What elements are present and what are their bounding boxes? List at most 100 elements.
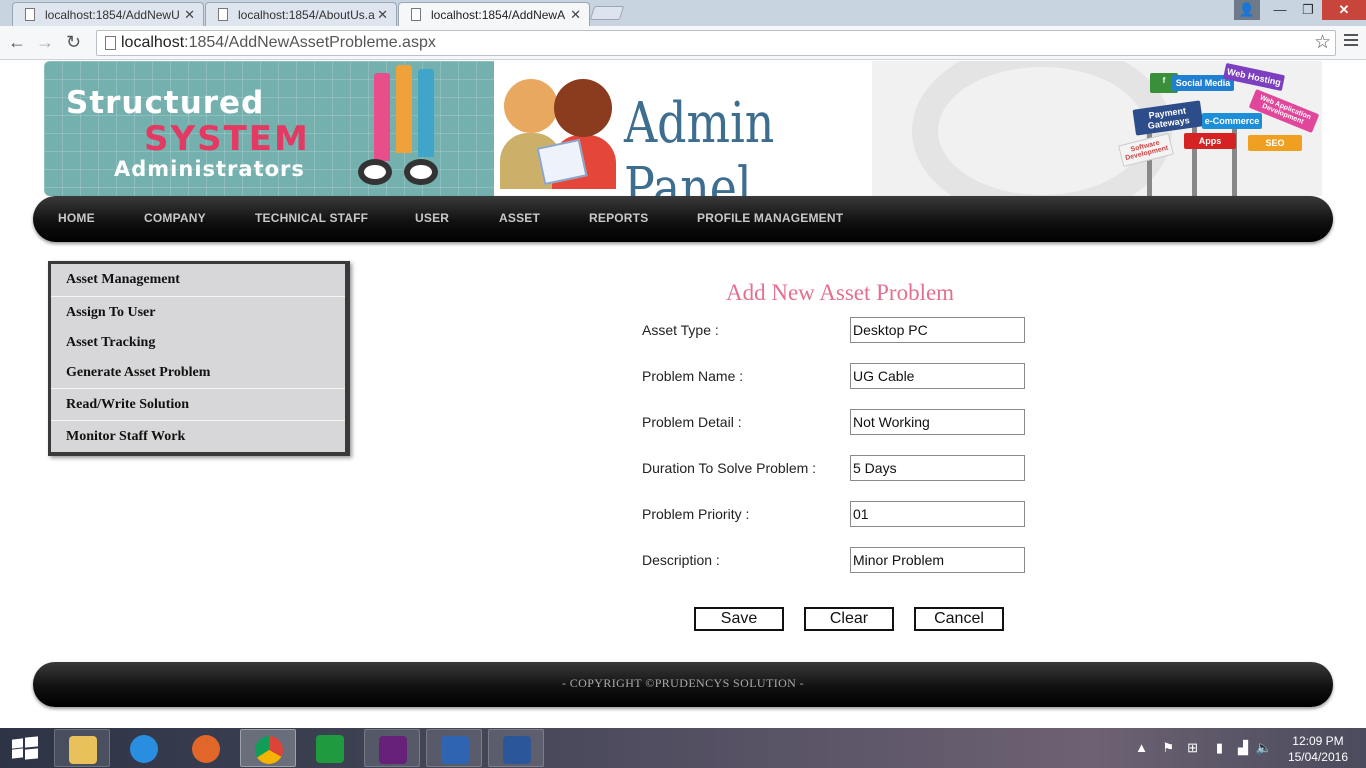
volume-icon[interactable]: 🔈 bbox=[1256, 740, 1272, 756]
asset-side-menu: Asset Management Assign To User Asset Tr… bbox=[48, 261, 350, 456]
new-tab-button[interactable] bbox=[589, 6, 625, 20]
main-navbar: HOME COMPANY TECHNICAL STAFF USER ASSET … bbox=[33, 196, 1333, 242]
nav-item-technical-staff[interactable]: TECHNICAL STAFF bbox=[255, 211, 368, 225]
forward-icon[interactable]: → bbox=[36, 32, 54, 53]
divider bbox=[51, 388, 345, 389]
pencil-icon bbox=[396, 65, 412, 153]
pencil-icon bbox=[374, 73, 390, 161]
bookmark-star-icon[interactable]: ☆ bbox=[1314, 31, 1331, 54]
visual-studio-icon[interactable] bbox=[364, 729, 420, 767]
close-tab-icon[interactable]: ✕ bbox=[184, 7, 195, 23]
page-icon bbox=[105, 36, 116, 50]
nav-item-profile-management[interactable]: PROFILE MANAGEMENT bbox=[697, 211, 843, 225]
network-signal-icon[interactable]: ▟ bbox=[1238, 740, 1248, 756]
services-signs-panel: f Social Media Web Hosting Payment Gatew… bbox=[872, 61, 1322, 196]
page-title: Add New Asset Problem bbox=[726, 280, 955, 305]
reload-icon[interactable]: ↻ bbox=[66, 32, 81, 53]
page-icon bbox=[25, 8, 35, 21]
sign-apps: Apps bbox=[1184, 133, 1236, 149]
save-button[interactable]: Save bbox=[694, 607, 784, 631]
logo-line-1: Structured bbox=[66, 85, 265, 121]
file-explorer-icon[interactable] bbox=[54, 729, 110, 767]
chrome-icon[interactable] bbox=[240, 729, 296, 767]
page-icon bbox=[411, 8, 421, 21]
url-host: localhost bbox=[121, 34, 185, 51]
duration-field[interactable] bbox=[850, 455, 1025, 481]
tab-title: localhost:1854/AddNewA bbox=[431, 8, 566, 22]
glasses-icon bbox=[354, 157, 444, 187]
description-field[interactable] bbox=[850, 547, 1025, 573]
problem-priority-field[interactable] bbox=[850, 501, 1025, 527]
admin-panel-title-area: Admin Panel bbox=[494, 61, 872, 221]
sidemenu-item-asset-tracking[interactable]: Asset Tracking bbox=[66, 335, 155, 351]
asset-type-field[interactable] bbox=[850, 317, 1025, 343]
url-text: localhost:1854/AddNewAssetProbleme.aspx bbox=[121, 34, 436, 52]
close-tab-icon[interactable]: ✕ bbox=[377, 7, 388, 23]
nav-item-company[interactable]: COMPANY bbox=[144, 211, 206, 225]
tab-title: localhost:1854/AboutUs.a bbox=[238, 8, 375, 22]
tab-title: localhost:1854/AddNewU bbox=[45, 8, 180, 22]
sign-ecommerce: e-Commerce bbox=[1202, 113, 1262, 129]
action-center-flag-icon[interactable]: ⚑ bbox=[1162, 740, 1174, 756]
browser-tab[interactable]: localhost:1854/AddNewU ✕ bbox=[12, 2, 204, 26]
problem-priority-label: Problem Priority : bbox=[642, 506, 750, 522]
divider bbox=[51, 296, 345, 297]
close-tab-icon[interactable]: ✕ bbox=[570, 7, 581, 23]
windows-start-icon[interactable] bbox=[12, 736, 38, 760]
pencil-icon bbox=[418, 69, 434, 157]
problem-detail-field[interactable] bbox=[850, 409, 1025, 435]
restore-icon[interactable]: ❐ bbox=[1294, 0, 1322, 20]
page-footer: - COPYRIGHT ©PRUDENCYS SOLUTION - bbox=[33, 662, 1333, 707]
window-close-icon[interactable]: ✕ bbox=[1322, 0, 1366, 20]
sidemenu-item-monitor-staff-work[interactable]: Monitor Staff Work bbox=[66, 429, 185, 445]
minimize-icon[interactable]: — bbox=[1266, 0, 1294, 20]
admin-people-icon bbox=[500, 79, 616, 189]
cancel-button[interactable]: Cancel bbox=[914, 607, 1004, 631]
problem-name-field[interactable] bbox=[850, 363, 1025, 389]
windows-grid-icon[interactable]: ⊞ bbox=[1187, 740, 1198, 756]
firefox-icon[interactable] bbox=[178, 729, 234, 767]
sidemenu-item-asset-management[interactable]: Asset Management bbox=[66, 272, 180, 288]
browser-tabstrip: localhost:1854/AddNewU ✕ localhost:1854/… bbox=[0, 0, 1366, 26]
nav-item-home[interactable]: HOME bbox=[58, 211, 95, 225]
duration-label: Duration To Solve Problem : bbox=[642, 460, 817, 476]
logo-panel: Structured SYSTEM Administrators bbox=[44, 61, 494, 196]
header-banner: Structured SYSTEM Administrators Admin P… bbox=[44, 61, 1322, 221]
system-clock[interactable]: 12:09 PM 15/04/2016 bbox=[1288, 733, 1348, 765]
nav-item-reports[interactable]: REPORTS bbox=[589, 211, 648, 225]
clear-button[interactable]: Clear bbox=[804, 607, 894, 631]
url-path: :1854/AddNewAssetProbleme.aspx bbox=[184, 34, 436, 51]
sidemenu-item-assign-to-user[interactable]: Assign To User bbox=[66, 305, 155, 321]
logo-line-2: SYSTEM bbox=[144, 119, 310, 159]
page-icon bbox=[218, 8, 228, 21]
nav-item-user[interactable]: USER bbox=[415, 211, 449, 225]
divider bbox=[51, 420, 345, 421]
copyright-text: - COPYRIGHT ©PRUDENCYS SOLUTION - bbox=[561, 676, 805, 690]
asset-type-label: Asset Type : bbox=[642, 322, 719, 338]
show-hidden-icons-icon[interactable]: ▲ bbox=[1135, 740, 1148, 755]
problem-detail-label: Problem Detail : bbox=[642, 414, 742, 430]
store-icon[interactable] bbox=[302, 729, 358, 767]
problem-name-label: Problem Name : bbox=[642, 368, 744, 384]
clock-time: 12:09 PM bbox=[1292, 734, 1344, 748]
sidemenu-item-generate-asset-problem[interactable]: Generate Asset Problem bbox=[66, 365, 210, 381]
sidemenu-item-read-write-solution[interactable]: Read/Write Solution bbox=[66, 397, 189, 413]
browser-menu-icon[interactable] bbox=[1344, 34, 1358, 49]
battery-icon[interactable]: ▮ bbox=[1216, 740, 1223, 756]
description-label: Description : bbox=[642, 552, 720, 568]
window-controls: 👤 — ❐ ✕ bbox=[1234, 0, 1366, 22]
user-profile-icon[interactable]: 👤 bbox=[1234, 0, 1260, 20]
browser-tab[interactable]: localhost:1854/AboutUs.a ✕ bbox=[205, 2, 397, 26]
clock-date: 15/04/2016 bbox=[1287, 750, 1348, 764]
internet-explorer-icon[interactable] bbox=[116, 729, 172, 767]
windows-taskbar: ▲ ⚑ ⊞ ▮ ▟ 🔈 12:09 PM 15/04/2016 bbox=[0, 728, 1366, 768]
address-bar[interactable]: localhost:1854/AddNewAssetProbleme.aspx … bbox=[96, 30, 1336, 56]
visio-icon[interactable] bbox=[426, 729, 482, 767]
nav-item-asset[interactable]: ASSET bbox=[499, 211, 540, 225]
logo-line-3: Administrators bbox=[114, 157, 305, 181]
word-icon[interactable] bbox=[488, 729, 544, 767]
back-icon[interactable]: ← bbox=[8, 32, 26, 53]
browser-toolbar: ← → ↻ localhost:1854/AddNewAssetProbleme… bbox=[0, 26, 1366, 60]
browser-tab-active[interactable]: localhost:1854/AddNewA ✕ bbox=[398, 2, 590, 26]
sign-seo: SEO bbox=[1248, 135, 1302, 151]
